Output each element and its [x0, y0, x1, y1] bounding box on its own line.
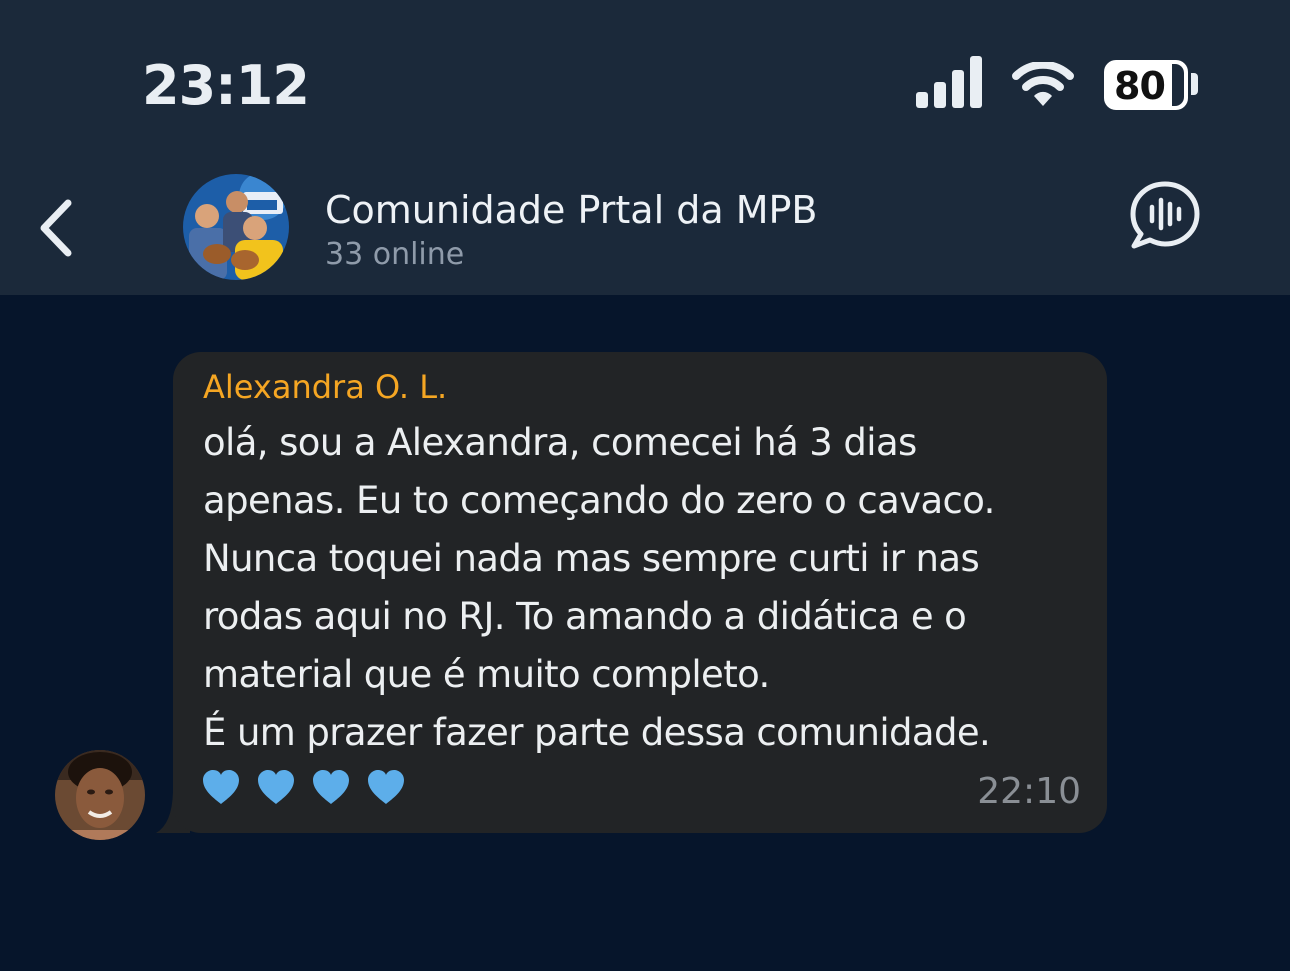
blue-heart-icon [258, 770, 294, 804]
online-count: 33 online [325, 237, 465, 272]
battery-cap [1191, 73, 1198, 95]
chat-title[interactable]: Comunidade Prtal da MPB [325, 186, 817, 234]
wifi-icon [1012, 62, 1074, 106]
message-bubble[interactable]: Alexandra O. L. olá, sou a Alexandra, co… [173, 352, 1107, 833]
blue-heart-icon [203, 770, 239, 804]
top-bar: 23:12 80 Comunidade Prtal da MPB 33 onli… [0, 0, 1290, 295]
message-time: 22:10 [977, 771, 1081, 812]
sender-name[interactable]: Alexandra O. L. [203, 366, 447, 408]
blue-heart-icon [368, 770, 404, 804]
group-avatar[interactable] [183, 174, 289, 280]
reaction-emojis [201, 768, 406, 806]
battery-level: 80 [1114, 64, 1166, 108]
battery-icon: 80 [1104, 60, 1188, 110]
signal-icon [916, 56, 982, 108]
voice-chat-icon[interactable] [1128, 180, 1202, 252]
chevron-left-icon[interactable] [36, 198, 76, 258]
message-text: olá, sou a Alexandra, comecei há 3 dias … [203, 421, 995, 754]
blue-heart-icon [313, 770, 349, 804]
sender-avatar[interactable] [55, 750, 145, 840]
status-time: 23:12 [142, 54, 310, 117]
